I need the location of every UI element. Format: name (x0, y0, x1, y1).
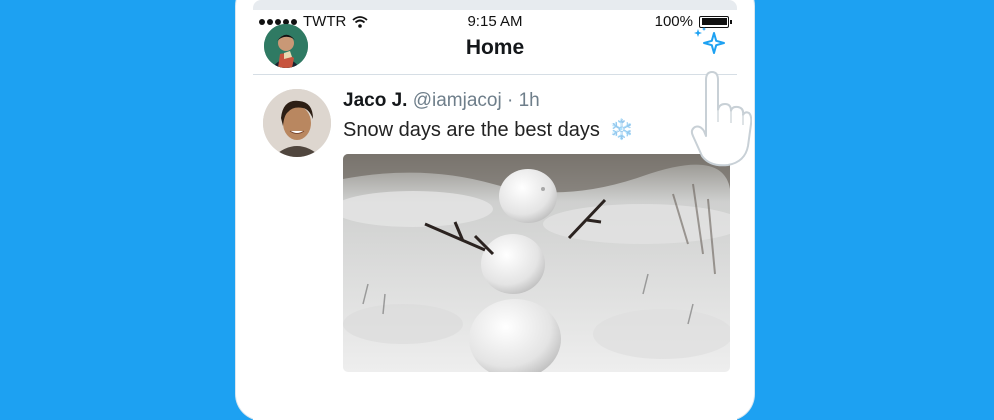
author-name[interactable]: Jaco J. (343, 90, 407, 111)
author-avatar-image (263, 89, 331, 157)
phone-screen: TWTR 9:15 AM 100% Home Jaco J. @iamjacoj… (253, 10, 737, 420)
sparkle-icon[interactable] (692, 26, 728, 60)
tap-hand-icon (690, 71, 752, 167)
snowman-photo-image (343, 154, 730, 372)
tweet-time[interactable]: 1h (519, 90, 540, 111)
nav-title: Home (465, 36, 525, 59)
tweet-text-content: Snow days are the best days (343, 119, 600, 141)
tweet-text: Snow days are the best days ❄️ (343, 117, 634, 142)
battery-percent: 100% (654, 13, 693, 30)
header-separator: · (501, 90, 519, 111)
snowman-photo[interactable] (343, 154, 730, 372)
phone-frame: TWTR 9:15 AM 100% Home Jaco J. @iamjacoj… (236, 0, 754, 420)
nav-bar: Home (253, 24, 737, 75)
snowflake-icon: ❄️ (609, 119, 635, 141)
phone-bezel (253, 0, 737, 10)
author-handle: @iamjacoj · 1h (413, 90, 540, 111)
tweet-header: Jaco J. @iamjacoj · 1h (343, 90, 540, 112)
status-bar: TWTR 9:15 AM 100% (253, 10, 737, 34)
tweet-card[interactable]: Jaco J. @iamjacoj · 1h Snow days are the… (253, 75, 737, 420)
author-handle-text[interactable]: @iamjacoj (413, 90, 502, 111)
author-avatar[interactable] (263, 89, 331, 157)
